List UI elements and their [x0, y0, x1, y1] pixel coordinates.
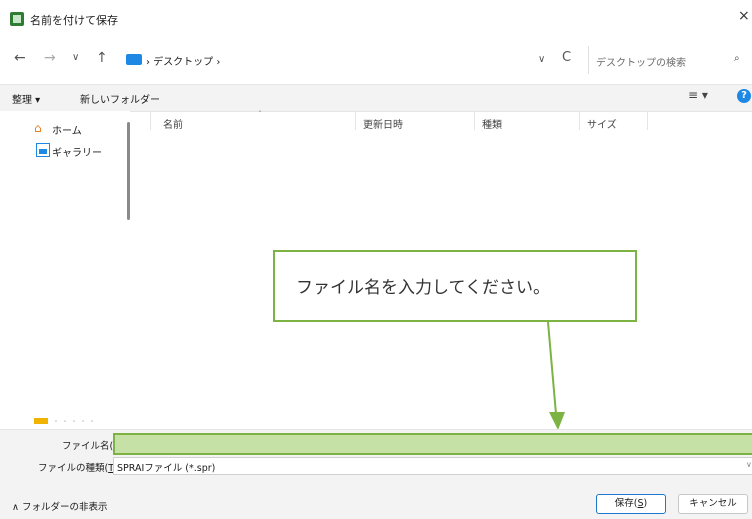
- sort-caret-icon: ˇ: [258, 110, 262, 119]
- column-header-date[interactable]: 更新日時: [363, 116, 403, 131]
- column-divider[interactable]: [579, 112, 580, 130]
- column-divider: [150, 112, 151, 130]
- cancel-button[interactable]: キャンセル: [678, 494, 748, 514]
- recent-locations-button[interactable]: ∨: [72, 52, 79, 63]
- forward-button[interactable]: →: [44, 50, 56, 66]
- home-icon: ⌂: [34, 121, 42, 135]
- sidebar-item-partial[interactable]: ・・・・・: [52, 416, 97, 427]
- new-folder-button[interactable]: 新しいフォルダー: [80, 91, 160, 106]
- desktop-icon: [126, 54, 142, 65]
- column-divider[interactable]: [474, 112, 475, 130]
- callout-arrow-icon: [547, 322, 565, 430]
- save-button[interactable]: 保存(S): [596, 494, 666, 514]
- address-path[interactable]: › デスクトップ ›: [146, 53, 220, 68]
- back-button[interactable]: ←: [14, 50, 26, 66]
- column-divider[interactable]: [647, 112, 648, 130]
- refresh-button[interactable]: C: [562, 50, 571, 65]
- filetype-label: ファイルの種類(T):: [38, 463, 121, 474]
- column-divider[interactable]: [355, 112, 356, 130]
- view-options-button[interactable]: ≡ ▾: [688, 88, 708, 102]
- close-button[interactable]: ×: [738, 8, 752, 28]
- filename-input[interactable]: [113, 433, 752, 455]
- app-icon: [10, 12, 24, 26]
- sidebar-item-home[interactable]: ホーム: [52, 122, 82, 137]
- sidebar-scrollbar[interactable]: [127, 122, 130, 220]
- folder-icon: [34, 418, 48, 424]
- column-header-name[interactable]: 名前: [163, 116, 183, 131]
- column-header-type[interactable]: 種類: [482, 116, 502, 131]
- callout-text: ファイル名を入力してください。: [296, 278, 550, 298]
- address-dropdown-button[interactable]: ∨: [538, 54, 545, 65]
- gallery-icon: [36, 143, 50, 157]
- search-placeholder: デスクトップの検索: [596, 58, 686, 69]
- window-title: 名前を付けて保存: [30, 14, 118, 27]
- help-icon[interactable]: ?: [737, 89, 751, 103]
- organize-button[interactable]: 整理 ▾: [12, 91, 40, 106]
- sidebar-item-gallery[interactable]: ギャラリー: [52, 144, 102, 159]
- hide-folders-toggle[interactable]: ∧ フォルダーの非表示: [12, 499, 107, 513]
- chevron-down-icon: ∨: [746, 460, 752, 469]
- search-icon[interactable]: ⌕: [734, 53, 740, 64]
- column-header-size[interactable]: サイズ: [587, 116, 617, 131]
- filetype-value: SPRAIファイル (*.spr): [117, 463, 216, 474]
- up-button[interactable]: ↑: [96, 50, 108, 66]
